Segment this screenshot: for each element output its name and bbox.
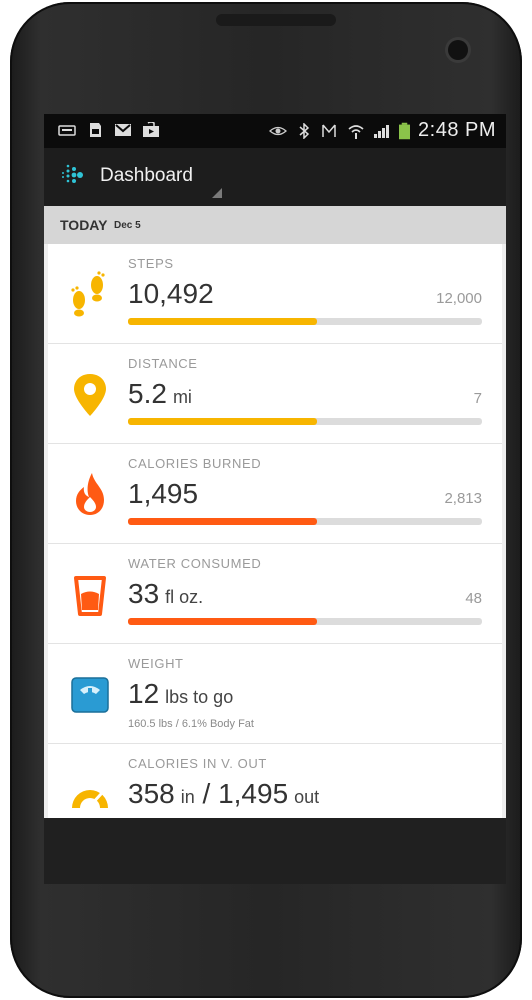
steps-progress-bar <box>128 318 482 325</box>
dropdown-caret-icon[interactable] <box>212 188 222 198</box>
fitbit-logo-icon[interactable] <box>60 162 86 188</box>
distance-progress-bar <box>128 418 482 425</box>
wifi-icon <box>348 124 364 139</box>
distance-unit: mi <box>172 387 192 407</box>
water-consumed-goal: 48 <box>465 590 482 607</box>
calories-out-unit: out <box>294 787 320 807</box>
weight-value: 12 lbs to go <box>128 678 233 710</box>
weight-detail: 160.5 lbs / 6.1% Body Fat <box>128 718 254 730</box>
water-consumed-value: 33 fl oz. <box>128 578 203 610</box>
weight-unit: lbs to go <box>165 687 234 707</box>
distance-progress-fill <box>128 418 318 425</box>
calories-in-out-card[interactable]: CALORIES IN V. OUT 358 in / 1,495 out <box>48 744 502 818</box>
distance-label: DISTANCE <box>128 356 198 371</box>
distance-value: 5.2 mi <box>128 378 192 410</box>
flame-icon <box>76 473 104 515</box>
water-consumed-progress-bar <box>128 618 482 625</box>
status-clock: 2:48 PM <box>418 119 496 141</box>
dashboard-list[interactable]: TODAY Dec 5 STEPS 10,492 12,000 DISTANCE… <box>44 206 506 818</box>
steps-goal: 12,000 <box>436 290 482 307</box>
calories-burned-value: 1,495 <box>128 478 199 509</box>
calories-burned-card[interactable]: CALORIES BURNED 1,495 2,813 <box>48 444 502 544</box>
mute-icon <box>322 124 336 137</box>
water-unit: fl oz. <box>165 587 204 607</box>
location-pin-icon <box>74 374 106 416</box>
calories-burned-label: CALORIES BURNED <box>128 456 262 471</box>
gmail-icon <box>115 124 131 136</box>
calories-burned-progress-fill <box>128 518 318 525</box>
calories-in-number: 358 <box>128 778 175 809</box>
water-glass-icon <box>74 576 106 616</box>
water-consumed-card[interactable]: WATER CONSUMED 33 fl oz. 48 <box>48 544 502 644</box>
calories-burned-progress-bar <box>128 518 482 525</box>
eye-icon <box>269 126 288 135</box>
keyboard-icon <box>58 125 76 136</box>
navigation-area <box>44 818 506 884</box>
calories-in-unit: in <box>180 787 195 807</box>
steps-card[interactable]: STEPS 10,492 12,000 <box>48 244 502 344</box>
scale-icon <box>71 677 109 713</box>
steps-label: STEPS <box>128 256 174 271</box>
play-store-icon <box>143 122 159 137</box>
today-label: TODAY <box>60 217 108 233</box>
sd-card-icon <box>90 123 101 137</box>
water-number: 33 <box>128 578 160 609</box>
screen: 2:48 PM Dashboard TODAY Dec 5 STEPS 10,4… <box>44 114 506 884</box>
front-camera <box>448 40 468 60</box>
calories-in-out-value: 358 in / 1,495 out <box>128 778 319 810</box>
calories-in-out-label: CALORIES IN V. OUT <box>128 756 267 771</box>
distance-card[interactable]: DISTANCE 5.2 mi 7 <box>48 344 502 444</box>
calories-out-number: 1,495 <box>218 778 289 809</box>
signal-icon <box>374 124 390 138</box>
app-title[interactable]: Dashboard <box>100 165 193 187</box>
phone-frame: 2:48 PM Dashboard TODAY Dec 5 STEPS 10,4… <box>10 2 522 998</box>
speaker-grille <box>216 14 336 26</box>
weight-card[interactable]: WEIGHT 12 lbs to go 160.5 lbs / 6.1% Body… <box>48 644 502 744</box>
weight-number: 12 <box>128 678 160 709</box>
today-header: TODAY Dec 5 <box>44 206 506 244</box>
app-bar: Dashboard <box>44 148 506 206</box>
status-bar: 2:48 PM <box>44 114 506 148</box>
calories-separator: / <box>202 778 211 809</box>
steps-progress-fill <box>128 318 318 325</box>
water-consumed-progress-fill <box>128 618 318 625</box>
steps-value: 10,492 <box>128 278 214 309</box>
footsteps-icon <box>71 271 105 317</box>
bluetooth-icon <box>299 122 310 139</box>
water-consumed-label: WATER CONSUMED <box>128 556 262 571</box>
today-date: Dec 5 <box>114 220 141 231</box>
battery-icon <box>399 122 411 139</box>
distance-number: 5.2 <box>128 378 167 409</box>
calories-burned-goal: 2,813 <box>444 490 482 507</box>
gauge-icon <box>72 790 108 809</box>
weight-label: WEIGHT <box>128 656 184 671</box>
distance-goal: 7 <box>473 390 482 407</box>
